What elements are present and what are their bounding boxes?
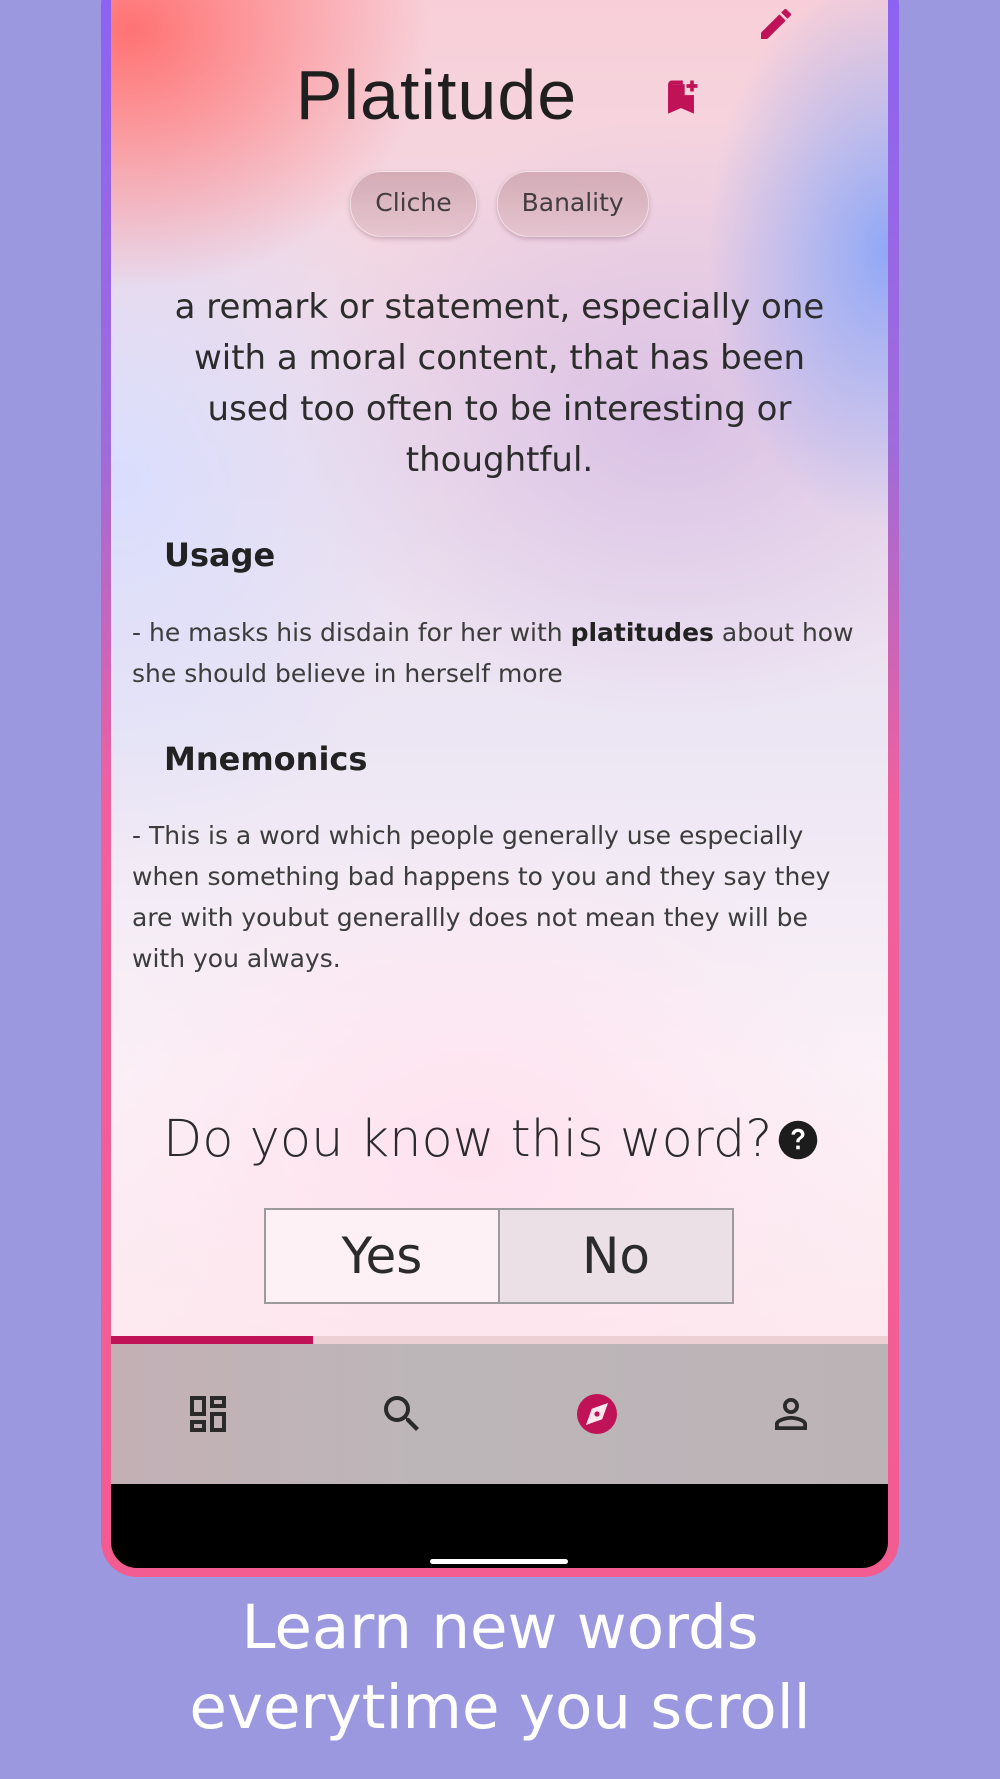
bookmark-add-icon[interactable] (659, 73, 703, 121)
synonym-chip[interactable]: Cliche (350, 171, 477, 237)
usage-prefix: - he masks his disdain for her with (132, 618, 571, 647)
usage-text: - he masks his disdain for her with plat… (132, 612, 867, 694)
promo-tagline: Learn new words everytime you scroll (0, 1588, 1000, 1748)
phone-screen: Platitude Cliche Banality a remark or st… (111, 0, 888, 1568)
mnemonics-text: - This is a word which people generally … (132, 821, 831, 973)
nav-explore[interactable] (557, 1374, 637, 1454)
tagline-line-2: everytime you scroll (189, 1672, 811, 1743)
nav-profile[interactable] (751, 1374, 831, 1454)
usage-heading: Usage (164, 536, 276, 574)
bottom-navigation (111, 1344, 888, 1484)
synonym-chip[interactable]: Banality (496, 171, 649, 237)
compass-icon (576, 1394, 617, 1434)
usage-highlight: platitudes (570, 618, 714, 647)
yes-no-toggle: Yes No (264, 1208, 734, 1304)
nav-dashboard[interactable] (168, 1374, 248, 1454)
yes-button[interactable]: Yes (264, 1208, 499, 1304)
edit-icon[interactable] (756, 4, 796, 44)
mnemonics-heading: Mnemonics (164, 740, 368, 778)
dashboard-icon (190, 1396, 227, 1432)
word-card[interactable]: Platitude Cliche Banality a remark or st… (111, 0, 888, 1337)
home-indicator[interactable] (430, 1559, 568, 1564)
tagline-line-1: Learn new words (241, 1592, 759, 1663)
progress-bar (111, 1336, 888, 1344)
no-button[interactable]: No (499, 1208, 734, 1304)
synonym-chips: Cliche Banality (111, 171, 888, 237)
quiz-question: Do you know this word? (163, 1110, 773, 1169)
search-icon (384, 1396, 420, 1431)
person-icon (774, 1398, 807, 1430)
nav-search[interactable] (362, 1374, 442, 1454)
help-icon[interactable] (777, 1119, 819, 1161)
progress-fill (111, 1336, 314, 1344)
word-definition: a remark or statement, especially one wi… (174, 287, 825, 480)
